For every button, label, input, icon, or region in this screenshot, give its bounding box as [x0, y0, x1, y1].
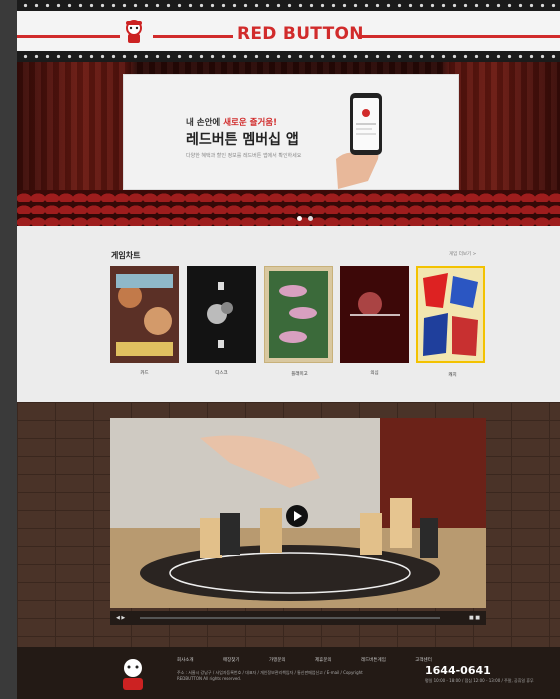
game-card[interactable]: 플래미고 — [264, 266, 333, 377]
game-card-label: 플래미고 — [291, 372, 308, 377]
game-cover-dice — [187, 266, 256, 363]
site-header: RED BUTTON — [17, 0, 560, 62]
page: RED BUTTON 내 손안에 새로운 즐거움! 레드버튼 멤버십 앱 다양한… — [17, 0, 560, 699]
hero-screen[interactable]: 내 손안에 새로운 즐거움! 레드버튼 멤버십 앱 다양한 혜택과 할인 정보를… — [123, 74, 459, 190]
footer-nav-item[interactable]: 제휴문의 — [315, 658, 332, 663]
film-strip-bottom — [17, 51, 560, 62]
video-control-right[interactable]: ■ ■ — [469, 615, 480, 621]
footer-company-info: 주소 : 서울시 강남구 / 사업자등록번호 / 대표자 / 개인정보관리책임자… — [177, 670, 363, 681]
video-controls: ◀ ▶ ■ ■ — [110, 611, 486, 625]
game-card-label: 카드 — [140, 371, 149, 376]
video-progress-track[interactable] — [140, 617, 440, 619]
game-chart-section: 게임차트 게임 더보기 > 카드 디스크 플래미고 의심 캐치 — [17, 226, 560, 402]
more-link[interactable]: 게임 더보기 > — [449, 251, 476, 257]
play-icon[interactable] — [286, 505, 308, 527]
hero-banner: 내 손안에 새로운 즐거움! 레드버튼 멤버십 앱 다양한 혜택과 할인 정보를… — [17, 62, 560, 226]
mascot-logo-icon[interactable] — [119, 17, 149, 47]
game-card[interactable]: 디스크 — [187, 266, 256, 376]
game-card-label: 의심 — [370, 371, 379, 376]
theater-seats — [17, 190, 560, 226]
footer-logo-icon[interactable] — [117, 654, 149, 694]
brand-title[interactable]: RED BUTTON — [237, 24, 364, 44]
video-control-left[interactable]: ◀ ▶ — [116, 615, 125, 621]
footer-nav-item[interactable]: 가맹문의 — [269, 658, 286, 663]
game-card[interactable]: 캐치 — [416, 266, 485, 378]
section-title: 게임차트 — [111, 251, 141, 260]
hero-tagline: 내 손안에 새로운 즐거움! — [186, 118, 277, 128]
hero-headline: 레드버튼 멤버십 앱 — [186, 132, 299, 148]
footer-phone: 1644-0641 — [425, 664, 491, 677]
game-cover-card — [110, 266, 179, 363]
hero-description: 다양한 혜택과 할인 정보를 레드버튼 앱에서 확인하세요 — [186, 153, 302, 159]
game-card[interactable]: 카드 — [110, 266, 179, 376]
footer-nav-item[interactable]: 매장찾기 — [223, 658, 240, 663]
header-line-right — [358, 35, 560, 38]
header-line-mid — [153, 35, 233, 38]
game-cover-deduction — [340, 266, 409, 363]
game-cover-catch — [418, 268, 483, 361]
footer-nav-item[interactable]: 레드버튼게임 — [361, 658, 386, 663]
footer-nav-item[interactable]: 고객센터 — [415, 658, 432, 663]
header-line-left — [17, 35, 120, 38]
film-strip-top — [17, 0, 560, 11]
game-card-label: 디스크 — [215, 371, 228, 376]
slider-dot-2[interactable] — [308, 216, 313, 221]
footer-nav: 회사소개 매장찾기 가맹문의 제휴문의 레드버튼게임 고객센터 — [177, 657, 460, 663]
footer-nav-item[interactable]: 회사소개 — [177, 658, 194, 663]
video-section: ◀ ▶ ■ ■ — [17, 402, 560, 647]
slider-dots — [297, 206, 319, 225]
video-player[interactable] — [110, 418, 486, 608]
game-card[interactable]: 의심 — [340, 266, 409, 376]
game-card-label: 캐치 — [448, 373, 457, 378]
footer-hours: 평일 10:00 - 18:00 / 점심 12:00 - 13:00 / 주말… — [425, 678, 534, 683]
site-footer: 회사소개 매장찾기 가맹문의 제휴문의 레드버튼게임 고객센터 주소 : 서울시… — [17, 647, 560, 699]
game-cover-flamingo — [269, 271, 328, 358]
slider-dot-1[interactable] — [297, 216, 302, 221]
phone-in-hand-icon — [336, 93, 382, 189]
